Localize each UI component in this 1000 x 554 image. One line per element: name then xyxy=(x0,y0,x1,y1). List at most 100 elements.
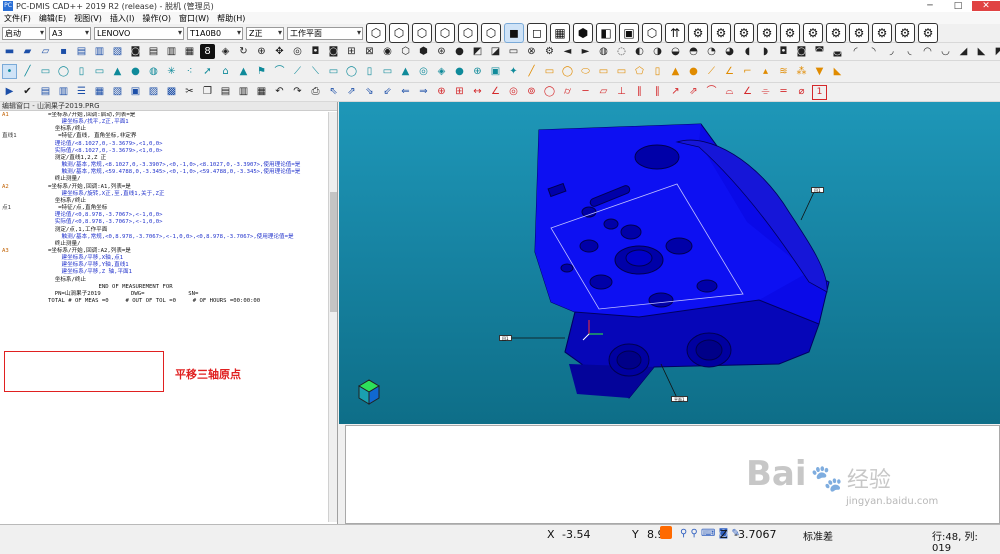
probe-settings-icon[interactable]: ▥ xyxy=(164,44,179,59)
auto-sphere-icon[interactable]: ● xyxy=(686,64,701,79)
feature-tag[interactable]: 回1 xyxy=(499,335,512,341)
section-icon[interactable]: ◩ xyxy=(470,44,485,59)
construct-11-icon[interactable]: ▲ xyxy=(398,64,413,79)
auto-circle-icon[interactable]: ◯ xyxy=(560,64,575,79)
probe-tool-3-icon[interactable]: ⚙ xyxy=(734,23,754,43)
auto-corner-icon[interactable]: ⌐ xyxy=(740,64,755,79)
auto-line-icon[interactable]: ╱ xyxy=(524,64,539,79)
construct-9-icon[interactable]: ▯ xyxy=(362,64,377,79)
edit-scrollbar-thumb[interactable] xyxy=(330,192,337,312)
code-line[interactable]: 实际值/<0,8.978,-3.7067>,<-1,0,0> xyxy=(2,219,328,226)
report-icon[interactable]: ▥ xyxy=(56,85,71,100)
print-icon[interactable]: ▤ xyxy=(74,44,89,59)
paste-icon[interactable]: ▤ xyxy=(218,85,233,100)
distance-dim-icon[interactable]: ↔ xyxy=(470,85,485,100)
construct-16-icon[interactable]: ▣ xyxy=(488,64,503,79)
check-icon[interactable]: ✔ xyxy=(20,85,35,100)
sphere-feature-icon[interactable]: ● xyxy=(128,64,143,79)
code-line[interactable]: TOTAL # OF MEAS =0 # OUT OF TOL =0 # OF … xyxy=(2,298,328,305)
auto-scan-icon[interactable]: ≋ xyxy=(776,64,791,79)
code-line[interactable]: 实际值/<8.1027,0,-3.3679>,<1,0,0> xyxy=(2,148,328,155)
point-feature-icon[interactable]: • xyxy=(2,64,17,79)
probe-8-icon[interactable]: 8 xyxy=(200,44,215,59)
cylinder-feature-icon[interactable]: ▯ xyxy=(74,64,89,79)
new-file-icon[interactable]: ▬ xyxy=(2,44,17,59)
cad-20-icon[interactable]: ◡ xyxy=(938,44,953,59)
location-dim-icon[interactable]: ⊞ xyxy=(452,85,467,100)
circle-feature-icon[interactable]: ◯ xyxy=(56,64,71,79)
clipboard-icon[interactable]: ▥ xyxy=(236,85,251,100)
code-line[interactable]: 终止测量/ xyxy=(2,241,328,248)
target-icon[interactable]: ⊛ xyxy=(434,44,449,59)
menu-file[interactable]: 文件(F) xyxy=(0,12,35,24)
cad-11-icon[interactable]: ◘ xyxy=(776,44,791,59)
symmetry-dim-icon[interactable]: ⌯ xyxy=(758,85,773,100)
construct-3-icon[interactable]: ⚑ xyxy=(254,64,269,79)
view-grid-icon[interactable]: ▦ xyxy=(550,23,570,43)
ime-icon[interactable] xyxy=(660,526,672,539)
doc-icon[interactable]: ▩ xyxy=(164,85,179,100)
cad-2-icon[interactable]: ◌ xyxy=(614,44,629,59)
cad-3-icon[interactable]: ◐ xyxy=(632,44,647,59)
axis-select[interactable]: Z正 xyxy=(246,26,284,40)
save-icon[interactable]: ▪ xyxy=(56,44,71,59)
probe-tool-10-icon[interactable]: ⚙ xyxy=(895,23,915,43)
diameter-dim-icon[interactable]: ⌀ xyxy=(794,85,809,100)
construct-7-icon[interactable]: ▭ xyxy=(326,64,341,79)
profile-line-dim-icon[interactable]: ⌒ xyxy=(704,85,719,100)
scale-icon[interactable]: ⊠ xyxy=(362,44,377,59)
arrow-right-icon[interactable]: ► xyxy=(578,44,593,59)
auto-extra-icon[interactable]: ◣ xyxy=(830,64,845,79)
profile-surface-dim-icon[interactable]: ⌓ xyxy=(722,85,737,100)
maximize-button[interactable]: □ xyxy=(944,1,972,11)
runout-dim-icon[interactable]: ↗ xyxy=(668,85,683,100)
probe-list-icon[interactable]: ▤ xyxy=(146,44,161,59)
mark-icon[interactable]: ▤ xyxy=(38,85,53,100)
parallel-dim-icon[interactable]: ∥ xyxy=(632,85,647,100)
cad-12-icon[interactable]: ◙ xyxy=(794,44,809,59)
view-iso-1-icon[interactable]: ⬡ xyxy=(366,23,386,43)
view-wire-icon[interactable]: ◻ xyxy=(527,23,547,43)
cad-1-icon[interactable]: ◍ xyxy=(596,44,611,59)
cad-15-icon[interactable]: ◜ xyxy=(848,44,863,59)
cone-feature-icon[interactable]: ▲ xyxy=(110,64,125,79)
straightness-dim-icon[interactable]: ─ xyxy=(578,85,593,100)
plane-feature-icon[interactable]: ▭ xyxy=(38,64,53,79)
undo-icon[interactable]: ↶ xyxy=(272,85,287,100)
menu-view[interactable]: 视图(V) xyxy=(70,12,106,24)
position-dim-icon[interactable]: ⊕ xyxy=(434,85,449,100)
slot-feature-icon[interactable]: ▭ xyxy=(92,64,107,79)
probe-tool-8-icon[interactable]: ⚙ xyxy=(849,23,869,43)
perpendicular-dim-icon[interactable]: ⊥ xyxy=(614,85,629,100)
import-icon[interactable]: ▧ xyxy=(110,44,125,59)
code-line[interactable]: 直线1 =特征/直线, 直角坐标,非定界 xyxy=(2,133,328,140)
view-iso-5-icon[interactable]: ⬡ xyxy=(458,23,478,43)
auto-pattern-icon[interactable]: ⁂ xyxy=(794,64,809,79)
probe-tool-6-icon[interactable]: ⚙ xyxy=(803,23,823,43)
ime-tools-icon[interactable]: ⚲ ⚲ ⌨ ◙ ✎ xyxy=(680,528,740,539)
cad-22-icon[interactable]: ◣ xyxy=(974,44,989,59)
list-icon[interactable]: ☰ xyxy=(74,85,89,100)
auto-high-icon[interactable]: ▴ xyxy=(758,64,773,79)
cad-23-icon[interactable]: ◤ xyxy=(992,44,1000,59)
torus-feature-icon[interactable]: ◍ xyxy=(146,64,161,79)
cad-9-icon[interactable]: ◖ xyxy=(740,44,755,59)
view-cube-icon[interactable]: ⬢ xyxy=(573,23,593,43)
code-line[interactable]: 坐标系/终止 xyxy=(2,277,328,284)
fit-icon[interactable]: ⊞ xyxy=(344,44,359,59)
probe-file-select[interactable]: LENOVO xyxy=(94,26,184,40)
auto-angle-icon[interactable]: ∠ xyxy=(722,64,737,79)
cad-5-icon[interactable]: ◒ xyxy=(668,44,683,59)
angularity-dim-icon[interactable]: ∠ xyxy=(740,85,755,100)
scissors-icon[interactable]: ✂ xyxy=(182,85,197,100)
view-split-icon[interactable]: ◧ xyxy=(596,23,616,43)
flatness-dim-icon[interactable]: ▱ xyxy=(596,85,611,100)
feature-tag[interactable]: 平面1 xyxy=(671,396,688,402)
cad-14-icon[interactable]: ◛ xyxy=(830,44,845,59)
edit-scrollbar[interactable] xyxy=(328,112,337,522)
code-line[interactable]: 坐标系/终止 xyxy=(2,198,328,205)
code-line[interactable]: PN=山涧果子2019 DWG= SN= xyxy=(2,291,328,298)
camera-icon[interactable]: ◙ xyxy=(326,44,341,59)
construct-13-icon[interactable]: ◈ xyxy=(434,64,449,79)
code-line[interactable]: 建坐标系/平移,Z 轴,平面1 xyxy=(2,269,328,276)
